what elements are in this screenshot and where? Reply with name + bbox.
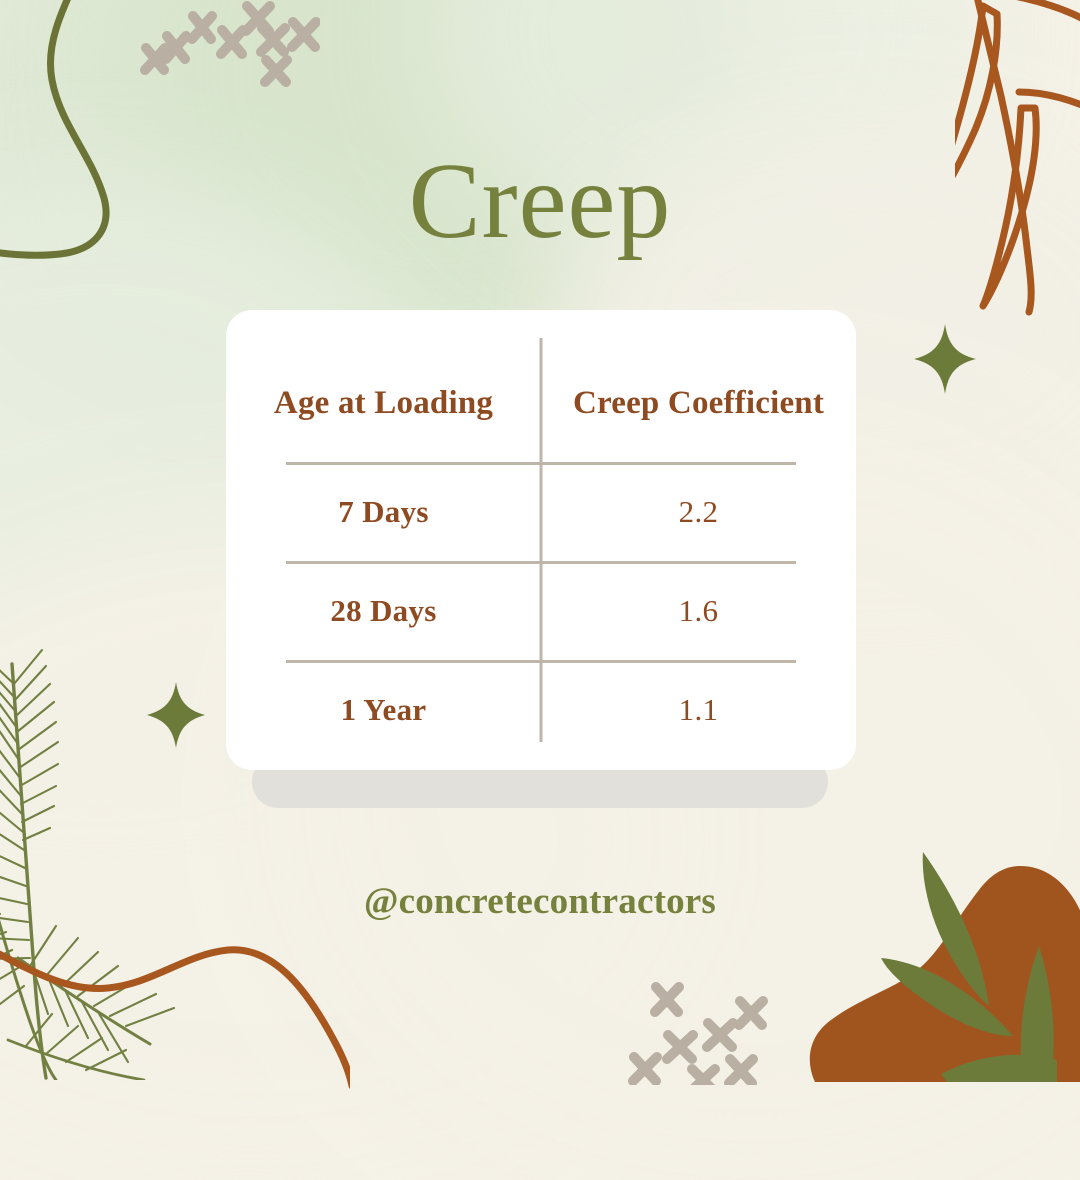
row-label: 7 Days: [338, 493, 429, 529]
table-cell-age: 7 Days: [226, 462, 541, 561]
row-value: 2.2: [678, 493, 719, 529]
table-header-row: Age at Loading Creep Coefficient: [226, 346, 856, 462]
leafy-blob-icon: [809, 852, 1080, 1082]
column-header-label: Creep Coefficient: [572, 385, 825, 422]
data-card: Age at Loading Creep Coefficient 7 Days …: [226, 310, 856, 770]
table-cell-age: 28 Days: [226, 561, 541, 660]
wavy-line-icon: [0, 946, 350, 1089]
plus-marks-icon: [628, 982, 768, 1085]
table-cell-coefficient: 1.6: [541, 561, 856, 660]
table-row: 7 Days 2.2: [226, 462, 856, 561]
four-point-star-icon: [914, 324, 976, 394]
row-value: 1.6: [678, 592, 719, 628]
row-value: 1.1: [678, 691, 719, 727]
four-point-star-icon: [147, 682, 205, 748]
table-cell-coefficient: 2.2: [541, 462, 856, 561]
plus-marks-icon: [140, 1, 320, 87]
row-label: 28 Days: [330, 592, 437, 628]
poster-canvas: Creep Age at Loading Creep Coefficient 7…: [0, 0, 1080, 1180]
row-label: 1 Year: [340, 691, 427, 727]
creep-table: Age at Loading Creep Coefficient 7 Days …: [226, 310, 856, 770]
table-header-cell-coefficient: Creep Coefficient: [541, 346, 856, 462]
table-header-cell-age: Age at Loading: [226, 346, 541, 462]
social-handle: @concretecontractors: [363, 881, 717, 922]
table-row: 1 Year 1.1: [226, 660, 856, 759]
table-cell-age: 1 Year: [226, 660, 541, 759]
table-row: 28 Days 1.6: [226, 561, 856, 660]
pine-frond-icon: [0, 648, 176, 1080]
column-header-label: Age at Loading: [273, 385, 494, 422]
table-cell-coefficient: 1.1: [541, 660, 856, 759]
page-title: Creep: [408, 142, 672, 261]
